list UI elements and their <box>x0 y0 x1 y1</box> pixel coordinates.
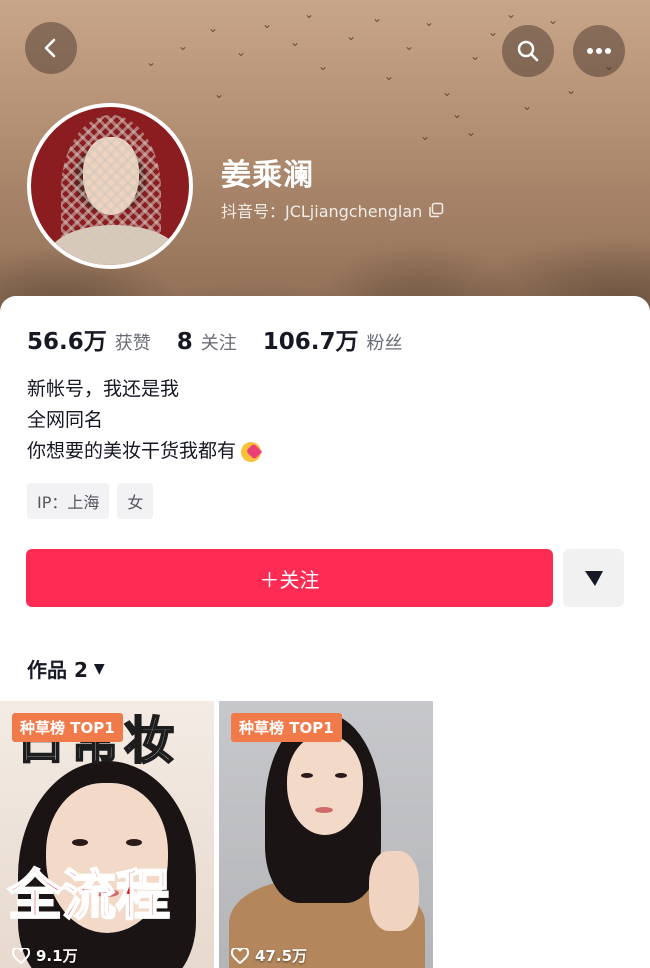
follow-button[interactable]: ＋关注 <box>26 549 553 607</box>
bird-decoration: ⌄ <box>214 87 225 101</box>
bird-decoration: ⌄ <box>290 35 301 49</box>
works-tab-label: 作品 2 <box>27 658 88 682</box>
stat-label: 关注 <box>200 333 237 354</box>
profile-banner: ⌄ ⌄ ⌄ ⌄ ⌄ ⌄ ⌄ ⌄ ⌄ ⌄ ⌄ ⌄ ⌄ ⌄ ⌄ ⌄ ⌄ ⌄ ⌄ ⌄ … <box>0 0 650 320</box>
bird-decoration: ⌄ <box>262 17 273 31</box>
gender-tag: 女 <box>117 483 154 519</box>
bird-decoration: ⌄ <box>420 129 431 143</box>
stat-following[interactable]: 8 关注 <box>177 329 237 355</box>
profile-tags: IP：上海 女 <box>27 483 154 519</box>
ip-location-tag: IP：上海 <box>27 483 110 519</box>
bird-decoration: ⌄ <box>424 15 435 29</box>
heart-icon <box>231 947 249 964</box>
rank-badge: 种草榜 TOP1 <box>231 713 342 742</box>
avatar[interactable] <box>27 103 193 269</box>
bird-decoration: ⌄ <box>236 45 247 59</box>
bio-line: 你想要的美妆干货我都有 <box>27 436 265 467</box>
video-likes: 47.5万 <box>231 945 307 966</box>
bird-decoration: ⌄ <box>506 7 517 21</box>
video-thumbnail[interactable]: 日常妆 全流程 种草榜 TOP1 9.1万 <box>0 701 214 968</box>
stat-label: 粉丝 <box>366 333 403 354</box>
stat-value: 8 <box>176 329 193 355</box>
douyin-id[interactable]: 抖音号：JCLjiangchenglan <box>221 198 444 222</box>
bird-decoration: ⌄ <box>384 69 395 83</box>
profile-card: 56.6万 获赞 8 关注 106.7万 粉丝 新帐号，我还是我 全网同名 你想… <box>0 296 650 968</box>
stat-label: 获赞 <box>114 333 151 354</box>
recommend-dropdown-button[interactable] <box>563 549 624 607</box>
caret-down-icon: ▼ <box>93 660 105 677</box>
douyin-id-text: 抖音号：JCLjiangchenglan <box>221 202 423 221</box>
tab-works[interactable]: 作品 2 ▼ <box>27 654 105 683</box>
stat-value: 106.7万 <box>262 329 359 355</box>
stat-followers[interactable]: 106.7万 粉丝 <box>263 322 403 356</box>
bird-decoration: ⌄ <box>372 11 383 25</box>
bird-decoration: ⌄ <box>548 13 559 27</box>
video-likes: 9.1万 <box>12 945 78 966</box>
bird-decoration: ⌄ <box>566 83 577 97</box>
bird-decoration: ⌄ <box>318 59 329 73</box>
bird-decoration: ⌄ <box>346 29 357 43</box>
profile-name: 姜乘澜 <box>221 158 314 193</box>
stats-row: 56.6万 获赞 8 关注 106.7万 粉丝 <box>27 322 429 356</box>
bio: 新帐号，我还是我 全网同名 你想要的美妆干货我都有 <box>27 374 265 467</box>
bird-decoration: ⌄ <box>146 55 157 69</box>
bird-decoration: ⌄ <box>470 49 481 63</box>
bird-decoration: ⌄ <box>404 39 415 53</box>
chevron-left-icon <box>44 38 56 58</box>
stat-likes[interactable]: 56.6万 获赞 <box>27 322 151 356</box>
search-button[interactable] <box>502 25 554 77</box>
bird-decoration: ⌄ <box>522 99 533 113</box>
likes-count: 9.1万 <box>36 947 78 965</box>
bird-decoration: ⌄ <box>208 21 219 35</box>
bird-decoration: ⌄ <box>178 39 189 53</box>
video-title-bottom: 全流程 <box>7 863 171 928</box>
likes-count: 47.5万 <box>255 947 308 965</box>
heart-icon <box>12 947 30 964</box>
copy-icon[interactable] <box>428 202 444 218</box>
bird-decoration: ⌄ <box>442 85 453 99</box>
stat-value: 56.6万 <box>27 329 107 355</box>
bird-decoration: ⌄ <box>466 125 477 139</box>
back-button[interactable] <box>25 22 77 74</box>
bio-line: 新帐号，我还是我 <box>27 378 180 400</box>
heart-face-emoji-icon <box>239 440 265 464</box>
bird-decoration: ⌄ <box>452 107 463 121</box>
bio-line: 全网同名 <box>27 409 104 431</box>
rank-badge: 种草榜 TOP1 <box>12 713 123 742</box>
more-options-button[interactable] <box>573 25 625 77</box>
search-icon <box>517 40 539 62</box>
bird-decoration: ⌄ <box>488 25 499 39</box>
bird-decoration: ⌄ <box>304 7 315 21</box>
video-thumbnail[interactable]: 种草榜 TOP1 47.5万 <box>219 701 433 968</box>
bio-line-text: 你想要的美妆干货我都有 <box>27 440 237 462</box>
triangle-down-icon <box>584 571 603 586</box>
more-horizontal-icon <box>587 48 611 54</box>
